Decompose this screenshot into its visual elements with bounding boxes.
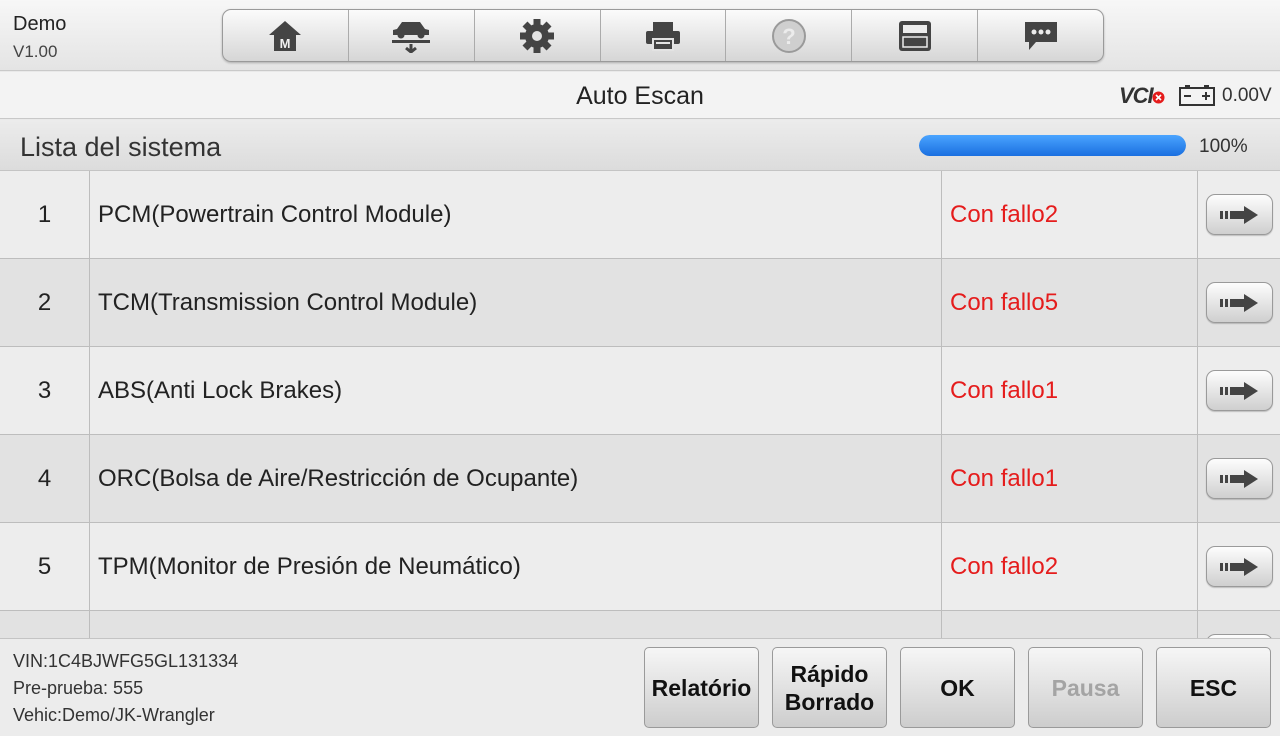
system-fault-status xyxy=(942,611,1198,638)
scan-progress-bar xyxy=(919,135,1186,156)
system-fault-status: Con fallo2 xyxy=(942,171,1198,258)
open-system-button[interactable] xyxy=(1205,458,1273,499)
quick-erase-button[interactable]: Rápido Borrado xyxy=(772,647,887,728)
gear-icon xyxy=(520,18,555,53)
open-system-button[interactable] xyxy=(1205,282,1273,323)
home-icon: M xyxy=(269,20,302,51)
arrow-right-icon xyxy=(1220,557,1258,576)
report-button-label: Relatório xyxy=(651,674,752,701)
ok-button-label: OK xyxy=(940,674,975,701)
system-name: TCM(Transmission Control Module) xyxy=(90,259,942,346)
battery-voltage: 0.00V xyxy=(1222,85,1272,106)
system-row[interactable]: 1 PCM(Powertrain Control Module) Con fal… xyxy=(0,171,1280,259)
system-fault-status: Con fallo5 xyxy=(942,259,1198,346)
system-name: ORC(Bolsa de Aire/Restricción de Ocupant… xyxy=(90,435,942,522)
vci-disconnected-icon xyxy=(1152,91,1165,104)
app-name: Demo xyxy=(13,13,67,35)
system-fault-status: Con fallo1 xyxy=(942,435,1198,522)
printer-icon xyxy=(646,21,680,51)
quick-erase-label-line2: Borrado xyxy=(784,688,875,715)
quick-erase-label-line1: Rápido xyxy=(790,660,869,687)
system-number: 4 xyxy=(0,435,90,522)
system-number xyxy=(0,611,90,638)
title-bar: Auto Escan VCI 0.00V xyxy=(0,72,1280,119)
pause-button-label: Pausa xyxy=(1051,674,1120,701)
system-number: 1 xyxy=(0,171,90,258)
system-list-header: Lista del sistema 100% xyxy=(0,120,1280,171)
save-icon xyxy=(898,20,931,51)
app-version: V1.00 xyxy=(13,42,58,61)
svg-text:?: ? xyxy=(782,24,795,49)
report-button[interactable]: Relatório xyxy=(644,647,759,728)
esc-button-label: ESC xyxy=(1189,674,1238,701)
print-button[interactable] xyxy=(601,10,727,61)
help-button[interactable]: ? xyxy=(726,10,853,61)
system-row-partial[interactable] xyxy=(0,611,1280,638)
arrow-right-icon xyxy=(1220,469,1258,488)
chat-icon xyxy=(1024,21,1057,50)
system-number: 3 xyxy=(0,347,90,434)
footer: VIN:1C4BJWFG5GL131334 Pre-prueba: 555 Ve… xyxy=(0,638,1280,736)
settings-button[interactable] xyxy=(475,10,601,61)
system-name: TPM(Monitor de Presión de Neumático) xyxy=(90,523,942,610)
system-list: 1 PCM(Powertrain Control Module) Con fal… xyxy=(0,171,1280,638)
save-button[interactable] xyxy=(852,10,979,61)
system-fault-status: Con fallo1 xyxy=(942,347,1198,434)
system-number: 5 xyxy=(0,523,90,610)
system-name xyxy=(90,611,942,638)
vehicle-button[interactable] xyxy=(349,10,475,61)
ok-button[interactable]: OK xyxy=(900,647,1015,728)
arrow-right-icon xyxy=(1220,205,1258,224)
open-system-button[interactable] xyxy=(1205,194,1273,235)
section-title: Lista del sistema xyxy=(20,132,222,162)
scan-progress-text: 100% xyxy=(1199,136,1248,157)
arrow-right-icon xyxy=(1220,293,1258,312)
scan-progress-fill xyxy=(919,135,1186,156)
vehicle-lift-icon xyxy=(392,21,431,53)
system-number: 2 xyxy=(0,259,90,346)
feedback-button[interactable] xyxy=(978,10,1103,61)
main-toolbar: M ? xyxy=(222,9,1104,62)
top-toolbar: Demo V1.00 M ? xyxy=(0,0,1280,71)
vehicle-text: Vehic:Demo/JK-Wrangler xyxy=(13,705,215,725)
vin-text: VIN:1C4BJWFG5GL131334 xyxy=(13,651,239,671)
pause-button[interactable]: Pausa xyxy=(1028,647,1143,728)
system-fault-status: Con fallo2 xyxy=(942,523,1198,610)
arrow-right-icon xyxy=(1220,381,1258,400)
help-icon: ? xyxy=(771,18,806,53)
esc-button[interactable]: ESC xyxy=(1156,647,1271,728)
open-system-button[interactable] xyxy=(1205,370,1273,411)
battery-icon xyxy=(1179,85,1215,106)
system-row[interactable]: 4 ORC(Bolsa de Aire/Restricción de Ocupa… xyxy=(0,435,1280,523)
home-button[interactable]: M xyxy=(223,10,349,61)
svg-text:M: M xyxy=(280,36,291,51)
page-title: Auto Escan xyxy=(576,82,704,110)
system-row[interactable]: 2 TCM(Transmission Control Module) Con f… xyxy=(0,259,1280,347)
system-row[interactable]: 5 TPM(Monitor de Presión de Neumático) C… xyxy=(0,523,1280,611)
system-name: PCM(Powertrain Control Module) xyxy=(90,171,942,258)
pretest-text: Pre-prueba: 555 xyxy=(13,678,144,698)
system-name: ABS(Anti Lock Brakes) xyxy=(90,347,942,434)
vci-status: VCI xyxy=(1119,83,1154,108)
open-system-button[interactable] xyxy=(1205,546,1273,587)
system-row[interactable]: 3 ABS(Anti Lock Brakes) Con fallo1 xyxy=(0,347,1280,435)
